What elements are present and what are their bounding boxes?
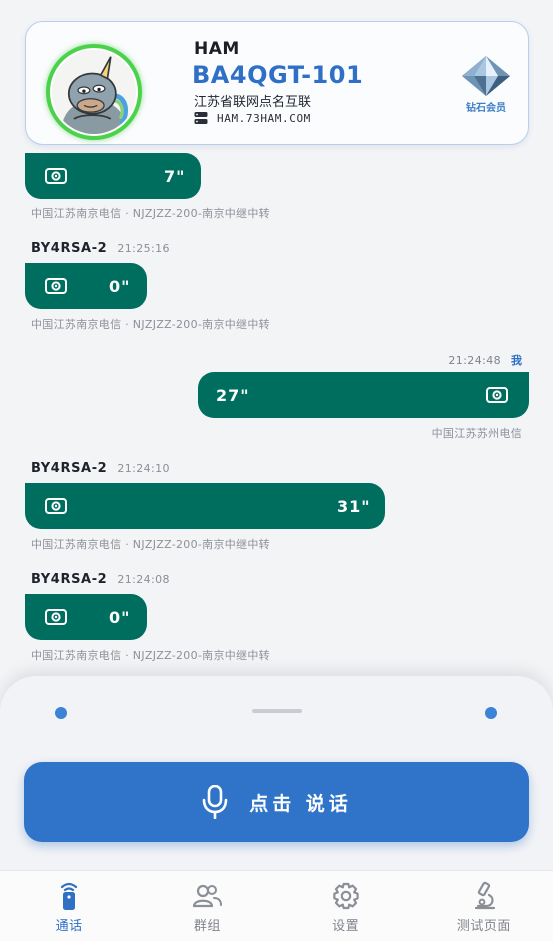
status-dot-left [55, 707, 67, 719]
tab-settings[interactable]: 设置 [277, 871, 415, 941]
speaker-icon [45, 609, 67, 625]
tab-label: 群组 [193, 919, 221, 934]
message-time: 21:24:10 [117, 462, 170, 475]
bottom-tab-bar: 通话 群组 设置 测试页面 [0, 870, 553, 941]
message-source: 中国江苏南京电信 · NJZJZZ-200-南京中继中转 [31, 318, 270, 331]
tab-test-page[interactable]: 测试页面 [415, 871, 553, 941]
speaker-icon [486, 387, 508, 403]
microscope-icon [474, 881, 495, 910]
message-header: 21:24:48 我 [448, 352, 522, 368]
message-source: 中国江苏南京电信 · NJZJZZ-200-南京中继中转 [31, 207, 270, 220]
unicorn-avatar-icon [52, 50, 136, 134]
tab-label: 通话 [55, 919, 83, 934]
voice-duration: 0" [109, 276, 131, 296]
voice-duration: 0" [109, 607, 131, 627]
message-source: 中国江苏南京电信 · NJZJZZ-200-南京中继中转 [31, 538, 270, 551]
drag-handle[interactable] [252, 709, 302, 713]
tab-label: 设置 [332, 919, 360, 934]
diamond-icon [462, 56, 510, 96]
sender-callsign: BY4RSA-2 [31, 461, 108, 476]
app-title: HAM [194, 39, 240, 59]
tab-call[interactable]: 通话 [0, 871, 138, 941]
sender-callsign: BY4RSA-2 [31, 572, 108, 587]
voice-message-bubble[interactable]: 0" [25, 594, 147, 640]
talk-panel: 点击 说话 [0, 676, 553, 876]
speaker-icon [45, 168, 67, 184]
speaker-icon [45, 278, 67, 294]
tab-groups[interactable]: 群组 [138, 871, 276, 941]
voice-message-bubble[interactable]: 7" [25, 153, 201, 199]
message-time: 21:25:16 [117, 242, 170, 255]
push-to-talk-button[interactable]: 点击 说话 [24, 762, 529, 842]
sender-callsign: BY4RSA-2 [31, 241, 108, 256]
profile-card[interactable]: HAM BA4QGT-101 江苏省联网点名互联 HAM.73HAM.COM 钻… [25, 21, 529, 145]
microphone-icon [202, 785, 228, 819]
voice-duration: 27" [216, 385, 250, 405]
radio-icon [61, 882, 78, 910]
vip-label: 钻石会员 [466, 103, 506, 114]
message-time: 21:24:48 [448, 354, 501, 367]
voice-duration: 7" [164, 166, 186, 186]
server-address: HAM.73HAM.COM [217, 111, 311, 125]
message-source: 中国江苏苏州电信 [431, 427, 522, 440]
voice-duration: 31" [337, 496, 371, 516]
message-header: BY4RSA-2 21:24:10 [31, 461, 170, 476]
server-info: HAM.73HAM.COM [194, 111, 311, 125]
server-icon [194, 112, 208, 124]
self-label: 我 [511, 354, 522, 367]
voice-message-bubble[interactable]: 31" [25, 483, 385, 529]
message-header: BY4RSA-2 21:25:16 [31, 241, 170, 256]
speaker-icon [45, 498, 67, 514]
callsign: BA4QGT-101 [192, 61, 364, 89]
message-time: 21:24:08 [117, 573, 170, 586]
gear-icon [332, 882, 359, 910]
avatar[interactable] [46, 44, 142, 140]
voice-message-bubble[interactable]: 0" [25, 263, 147, 309]
vip-badge[interactable]: 钻石会员 [456, 54, 516, 114]
location-text: 江苏省联网点名互联 [194, 95, 312, 110]
status-dot-right [485, 707, 497, 719]
message-header: BY4RSA-2 21:24:08 [31, 572, 170, 587]
talk-button-label: 点击 说话 [249, 792, 352, 815]
group-icon [193, 884, 223, 908]
voice-message-bubble[interactable]: 27" [198, 372, 529, 418]
message-source: 中国江苏南京电信 · NJZJZZ-200-南京中继中转 [31, 649, 270, 662]
tab-label: 测试页面 [456, 919, 511, 934]
